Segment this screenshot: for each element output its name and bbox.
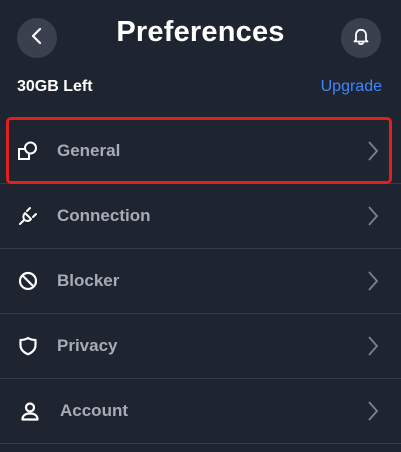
storage-remaining: 30GB Left [17,78,93,95]
chevron-right-icon [365,399,381,423]
menu-item-label: Privacy [57,336,118,355]
menu-item-label: Connection [57,206,151,225]
shapes-icon [16,139,40,163]
menu-item-blocker[interactable]: Blocker [0,249,401,314]
chevron-right-icon [365,269,381,293]
block-icon [16,269,40,293]
menu-item-label: Account [60,401,128,420]
menu-item-general[interactable]: General [0,119,401,184]
menu-item-account[interactable]: Account [0,379,401,444]
preferences-menu: General Connection Blocker Privacy Accou… [0,119,401,444]
preferences-screen: Preferences 30GB Left Upgrade General Co… [0,0,401,452]
menu-item-connection[interactable]: Connection [0,184,401,249]
menu-item-privacy[interactable]: Privacy [0,314,401,379]
chevron-right-icon [365,139,381,163]
shield-icon [16,334,40,358]
notification-button[interactable] [341,18,381,58]
storage-row: 30GB Left Upgrade [0,76,401,100]
header: Preferences [0,0,401,76]
upgrade-link[interactable]: Upgrade [321,78,382,96]
menu-item-label: Blocker [57,271,120,290]
user-icon [18,399,42,423]
chevron-right-icon [365,204,381,228]
bell-icon [351,26,371,51]
plug-icon [16,204,40,228]
chevron-right-icon [365,334,381,358]
menu-item-label: General [57,141,121,160]
